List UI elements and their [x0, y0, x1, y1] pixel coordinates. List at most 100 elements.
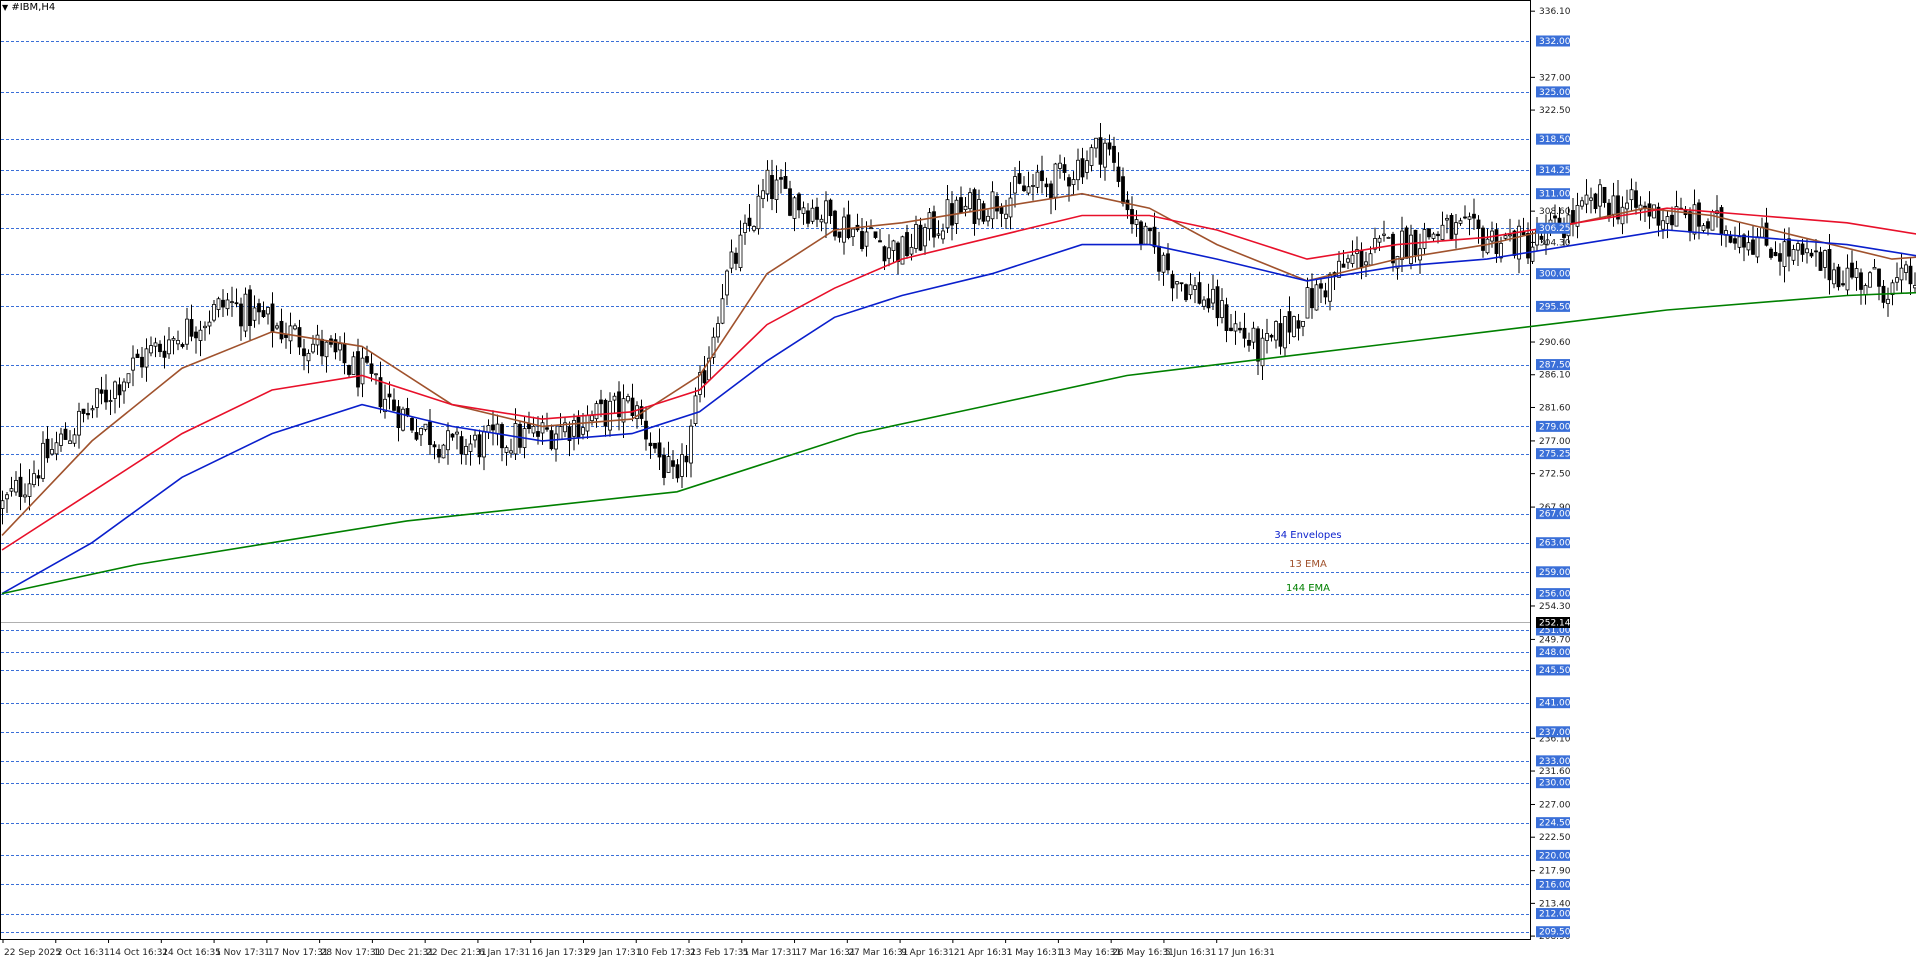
- candle: [27, 469, 32, 511]
- candle: [149, 336, 153, 357]
- candle: [293, 323, 297, 331]
- price-chart[interactable]: 34 Envelopes 13 EMA 144 EMA 336.10 327.00 32…: [0, 0, 1916, 963]
- candle: [1458, 217, 1463, 226]
- candle: [1242, 312, 1247, 348]
- candle: [1850, 250, 1854, 280]
- candle: [1031, 174, 1035, 201]
- candle: [612, 392, 617, 414]
- candle: [252, 295, 257, 328]
- candle: [194, 326, 198, 354]
- y-tick-label: 304.30: [1539, 238, 1571, 248]
- svg-text:224.50: 224.50: [1539, 819, 1571, 829]
- y-tick-label: 272.50: [1539, 470, 1571, 480]
- candle: [1791, 244, 1796, 265]
- svg-text:300.00: 300.00: [1539, 270, 1571, 280]
- candle: [1431, 232, 1436, 242]
- x-tick-label: 14 Oct 16:31: [110, 948, 169, 958]
- candle: [1575, 192, 1580, 239]
- candle: [167, 327, 171, 359]
- candle: [1701, 223, 1706, 233]
- candle: [1751, 225, 1755, 256]
- x-tick-label: 17 Nov 17:31: [268, 948, 329, 958]
- price-level-label: 325.00: [1536, 86, 1571, 98]
- candle: [122, 378, 126, 404]
- candle: [153, 337, 158, 358]
- candle: [851, 228, 855, 247]
- candle: [1521, 217, 1526, 236]
- candle: [995, 192, 999, 220]
- candle: [1094, 137, 1098, 158]
- series-line-2: [1, 229, 1916, 595]
- candle: [1157, 231, 1161, 281]
- candle: [968, 187, 972, 212]
- candle: [1670, 206, 1674, 231]
- candle: [333, 333, 338, 360]
- candle: [891, 239, 896, 263]
- candle: [1107, 134, 1112, 156]
- candle: [1715, 195, 1719, 228]
- candle: [549, 424, 554, 451]
- svg-text:209.50: 209.50: [1539, 928, 1571, 938]
- candle: [135, 349, 140, 359]
- candle: [338, 336, 342, 361]
- x-tick-label: 16 Jan 17:31: [532, 948, 589, 958]
- candle: [1647, 191, 1652, 229]
- svg-text:248.00: 248.00: [1539, 648, 1571, 658]
- candle: [1409, 224, 1413, 270]
- candle: [1260, 329, 1265, 381]
- candle: [828, 198, 833, 224]
- candle: [207, 310, 212, 335]
- candle: [1314, 279, 1319, 311]
- candle: [689, 419, 693, 478]
- candle: [1049, 180, 1053, 215]
- candle: [347, 364, 351, 378]
- candle: [842, 207, 846, 255]
- candle: [545, 412, 549, 432]
- candle: [320, 329, 324, 365]
- annotation-0: 34 Envelopes: [1274, 530, 1341, 541]
- candle: [1062, 157, 1067, 181]
- candle: [387, 381, 392, 410]
- price-level-label: 287.50: [1536, 359, 1571, 371]
- candle: [1251, 321, 1256, 350]
- y-tick-label: 277.00: [1539, 437, 1571, 447]
- price-axis[interactable]: 336.10 327.00 322.50 308.60 304.30 290.60 286.…: [1531, 7, 1571, 942]
- candle: [144, 338, 149, 382]
- x-tick-label: 6 Jan 17:31: [479, 948, 530, 958]
- candle: [437, 444, 441, 464]
- time-axis[interactable]: 22 Sep 20252 Oct 16:31 14 Oct 16:3124 Oct…: [2, 939, 1275, 958]
- candle: [1080, 147, 1085, 185]
- candle: [86, 402, 90, 420]
- candle: [9, 476, 14, 497]
- candle: [1652, 204, 1656, 219]
- candle: [158, 340, 162, 357]
- candle: [626, 393, 630, 404]
- y-tick-label: 286.10: [1539, 371, 1571, 381]
- svg-text:314.25: 314.25: [1539, 166, 1571, 176]
- candle: [630, 383, 635, 422]
- candle: [1085, 150, 1089, 180]
- candle: [180, 342, 185, 349]
- candle: [1859, 268, 1863, 305]
- candle: [1481, 225, 1485, 258]
- candle: [1058, 154, 1062, 179]
- candle: [486, 419, 491, 440]
- candle: [1796, 240, 1800, 267]
- price-level-label: 216.00: [1536, 878, 1571, 890]
- svg-text:295.50: 295.50: [1539, 302, 1571, 312]
- candle: [1089, 144, 1094, 172]
- candle: [495, 414, 500, 446]
- candle: [266, 307, 270, 325]
- candle: [869, 219, 873, 230]
- candle: [770, 159, 774, 211]
- candle: [108, 389, 113, 415]
- candle: [1067, 174, 1071, 202]
- candles: [0, 123, 1916, 525]
- candle: [450, 433, 455, 441]
- candle: [1139, 220, 1143, 251]
- candle: [261, 301, 266, 318]
- candle: [1121, 167, 1125, 207]
- candle: [504, 445, 509, 466]
- price-level-label: 224.50: [1536, 817, 1571, 829]
- svg-text:216.00: 216.00: [1539, 880, 1571, 890]
